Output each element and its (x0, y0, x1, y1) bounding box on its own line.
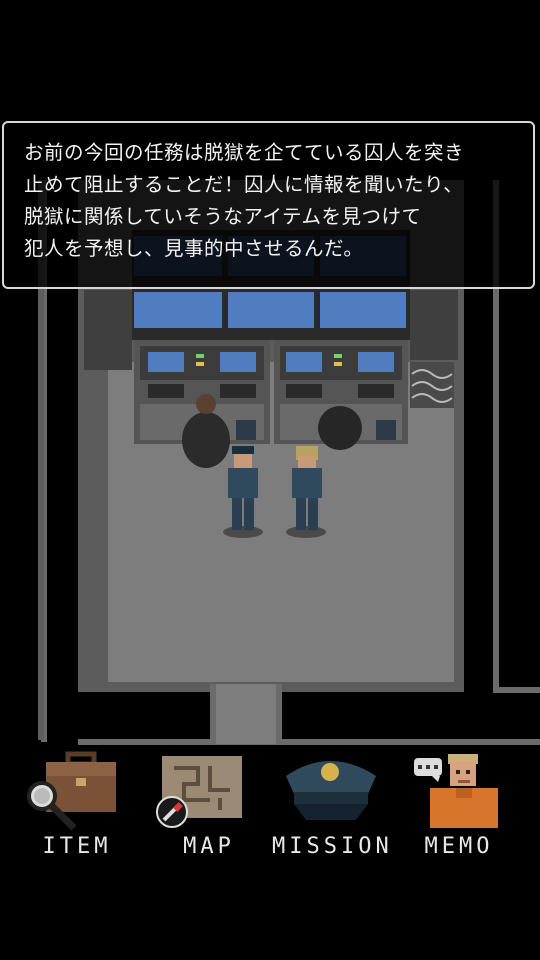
dialog-box[interactable]: お前の今回の任務は脱獄を企てている囚人を突き 止めて阻止することだ！囚人に情報を… (2, 121, 535, 289)
right-pillar (410, 290, 458, 360)
cable-pile (410, 362, 454, 408)
empty-chair-right (318, 406, 362, 450)
exit-corridor[interactable] (210, 684, 282, 744)
left-pillar (84, 290, 132, 370)
item-label: ITEM (42, 834, 112, 859)
dialog-line-2: 止めて阻止することだ！囚人に情報を聞いたり、 (24, 173, 464, 196)
prisoner-speech-icon (414, 754, 498, 828)
dialog-line-4: 犯人を予想し、見事的中させるんだ。 (24, 237, 364, 260)
dialog-line-3: 脱獄に関係していそうなアイテムを見つけて (24, 205, 422, 228)
map-button[interactable]: MAP (150, 748, 268, 868)
memo-label: MEMO (424, 834, 494, 859)
briefcase-magnifier-icon (27, 751, 116, 831)
item-button[interactable]: ITEM (18, 748, 136, 868)
police-cap-icon (286, 761, 376, 820)
map-label: MAP (183, 834, 235, 859)
mission-label: MISSION (272, 834, 393, 859)
map-pen-icon (156, 756, 242, 828)
memo-button[interactable]: MEMO (400, 748, 518, 868)
mission-button[interactable]: MISSION (272, 748, 390, 868)
dialog-line-1: お前の今回の任務は脱獄を企てている囚人を突き (24, 141, 465, 164)
